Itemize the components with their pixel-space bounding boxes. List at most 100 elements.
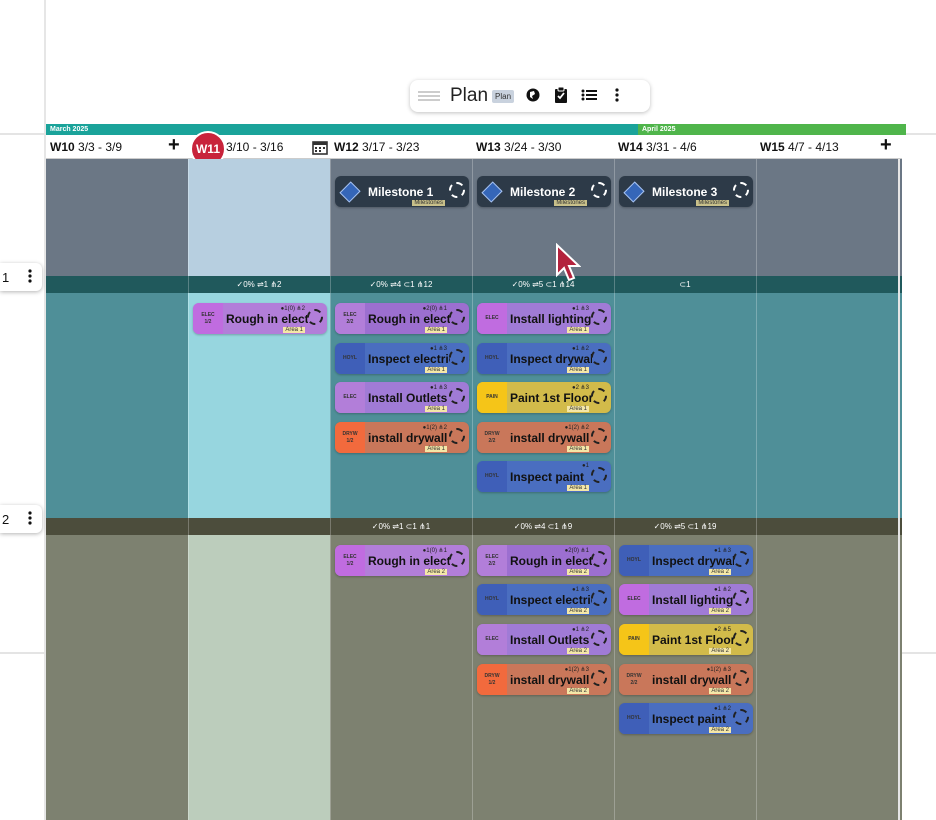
task-part: 1/2 (346, 560, 354, 567)
task-card[interactable]: DRYW 2/2 ●1(2) ⋔2 install drywall Area 1 (477, 422, 611, 453)
task-card[interactable]: DRYW 1/2 ●1(2) ⋔3 install drywall Area 2 (477, 664, 611, 695)
task-card[interactable]: HOYL ●1 ⋔3Inspect electricalArea 2 (477, 584, 611, 615)
area-label: Area 2 (425, 569, 447, 575)
progress-ring-icon[interactable] (449, 551, 465, 567)
area-label: Area 1 (425, 327, 447, 333)
week-w10[interactable]: W10 3/3 - 3/9 (46, 135, 122, 159)
task-card[interactable]: ELEC1/2 ●1(0) ⋔2Rough in electricalArea 1 (193, 303, 327, 334)
task-card[interactable]: HOYL ●1 ⋔2 Inspect paint Area 2 (619, 703, 753, 734)
task-part: 2/2 (488, 437, 496, 444)
area-label: Area 1 (425, 446, 447, 452)
week-w14[interactable]: W14 3/31 - 4/6 (614, 135, 697, 159)
task-name: Inspect electrical (510, 593, 592, 607)
calendar-icon[interactable] (312, 139, 328, 160)
milestone-card[interactable]: Milestone 2 Milestones (477, 176, 611, 207)
task-meta: ●1 ⋔2 (572, 627, 589, 633)
task-card[interactable]: ELEC ●1 ⋔2 Install Outlets Area 2 (477, 624, 611, 655)
progress-ring-icon[interactable] (591, 428, 607, 444)
milestone-label: Milestones (554, 200, 587, 206)
trade-tag: ELEC (477, 303, 507, 334)
task-card[interactable]: PAIN ●2 ⋔5 Paint 1st Floor Area 2 (619, 624, 753, 655)
week-w12[interactable]: W12 3/17 - 3/23 (330, 135, 419, 159)
add-week-before-button[interactable]: + (168, 134, 180, 157)
progress-ring-icon[interactable] (307, 309, 323, 325)
milestone-label: Milestones (412, 200, 445, 206)
lane-2-handle[interactable]: 2 (0, 505, 42, 533)
task-name: Rough in electrical (368, 312, 450, 326)
week-w13[interactable]: W13 3/24 - 3/30 (472, 135, 561, 159)
progress-ring-icon[interactable] (733, 709, 749, 725)
progress-ring-icon[interactable] (733, 182, 749, 198)
task-card[interactable]: ELEC1/2 ●1(0) ⋔1Rough in electricalArea 2 (335, 545, 469, 576)
task-meta: ●1 ⋔3 (572, 306, 589, 312)
task-card[interactable]: ELEC ●1 ⋔3 Install lighting Area 1 (477, 303, 611, 334)
area-label: Area 2 (709, 608, 731, 614)
column-divider (756, 159, 898, 820)
trade-code: HOYL (485, 596, 499, 602)
task-card[interactable]: ELEC2/2 ●2(0) ⋔1Rough in electricalArea 1 (335, 303, 469, 334)
area-label: Area 2 (567, 608, 589, 614)
progress-ring-icon[interactable] (591, 182, 607, 198)
progress-ring-icon[interactable] (449, 309, 465, 325)
task-card[interactable]: ELEC ●1 ⋔2 Install lighting Area 2 (619, 584, 753, 615)
lane-1-handle[interactable]: 1 (0, 263, 42, 291)
progress-ring-icon[interactable] (591, 551, 607, 567)
task-name: Inspect drywall (510, 352, 592, 366)
task-card[interactable]: HOYL ●1 ⋔2 Inspect drywall Area 1 (477, 343, 611, 374)
task-card[interactable]: HOYL ●1 ⋔3 Inspect drywall Area 2 (619, 545, 753, 576)
trade-tag: DRYW 2/2 (619, 664, 649, 695)
column-divider (330, 159, 472, 820)
trade-code: DRYW (484, 672, 500, 679)
progress-ring-icon[interactable] (591, 670, 607, 686)
globe-icon[interactable] (524, 88, 542, 105)
progress-ring-icon[interactable] (591, 590, 607, 606)
task-meta: ●1(0) ⋔1 (422, 548, 447, 554)
task-name: install drywall (368, 431, 448, 445)
progress-ring-icon[interactable] (591, 349, 607, 365)
task-meta: ●1(2) ⋔3 (564, 667, 589, 673)
task-card[interactable]: DRYW 2/2 ●1(2) ⋔3 install drywall Area 2 (619, 664, 753, 695)
progress-ring-icon[interactable] (591, 388, 607, 404)
task-card[interactable]: PAIN ●2 ⋔3 Paint 1st Floor Area 1 (477, 382, 611, 413)
progress-ring-icon[interactable] (449, 349, 465, 365)
trade-tag: ELEC 2/2 (477, 545, 507, 576)
clipboard-check-icon[interactable] (552, 86, 570, 106)
task-card[interactable]: ELEC2/2 ●2(0) ⋔1Rough in electricalArea 2 (477, 545, 611, 576)
area-label: Area 2 (567, 688, 589, 694)
task-card[interactable]: ELEC ●1 ⋔3 Install Outlets Area 1 (335, 382, 469, 413)
milestone-card[interactable]: Milestone 1 Milestones (335, 176, 469, 207)
progress-ring-icon[interactable] (733, 590, 749, 606)
more-vertical-icon[interactable] (608, 87, 626, 105)
week-w15[interactable]: W15 4/7 - 4/13 (756, 135, 839, 159)
trade-tag: ELEC (335, 382, 365, 413)
progress-ring-icon[interactable] (449, 428, 465, 444)
week-w11[interactable]: 3/10 - 3/16 (222, 135, 283, 159)
list-icon[interactable] (580, 88, 598, 105)
area-label: Area 1 (567, 367, 589, 373)
area-label: Area 1 (425, 406, 447, 412)
add-week-after-button[interactable]: + (880, 134, 892, 157)
milestone-card[interactable]: Milestone 3 Milestones (619, 176, 753, 207)
task-name: Install Outlets (510, 633, 590, 647)
task-card[interactable]: HOYL ●1 Inspect paint Area 1 (477, 461, 611, 492)
progress-ring-icon[interactable] (733, 551, 749, 567)
progress-ring-icon[interactable] (449, 388, 465, 404)
progress-ring-icon[interactable] (733, 630, 749, 646)
progress-ring-icon[interactable] (591, 467, 607, 483)
trade-code: HOYL (627, 715, 641, 721)
task-card[interactable]: HOYL ●1 ⋔3Inspect electricalArea 1 (335, 343, 469, 374)
task-meta: ●1 ⋔3 (714, 548, 731, 554)
task-name: Inspect electrical (368, 352, 450, 366)
area-label: Area 1 (567, 327, 589, 333)
progress-ring-icon[interactable] (733, 670, 749, 686)
week-range: 3/31 - 4/6 (646, 140, 697, 154)
progress-ring-icon[interactable] (449, 182, 465, 198)
more-vertical-icon[interactable] (28, 510, 32, 528)
more-vertical-icon[interactable] (28, 268, 32, 286)
progress-ring-icon[interactable] (591, 630, 607, 646)
week-range: 4/7 - 4/13 (788, 140, 839, 154)
progress-ring-icon[interactable] (591, 309, 607, 325)
task-name: Inspect paint (652, 712, 727, 726)
task-card[interactable]: DRYW 1/2 ●1(2) ⋔2 install drywall Area 1 (335, 422, 469, 453)
trade-tag: HOYL (477, 461, 507, 492)
